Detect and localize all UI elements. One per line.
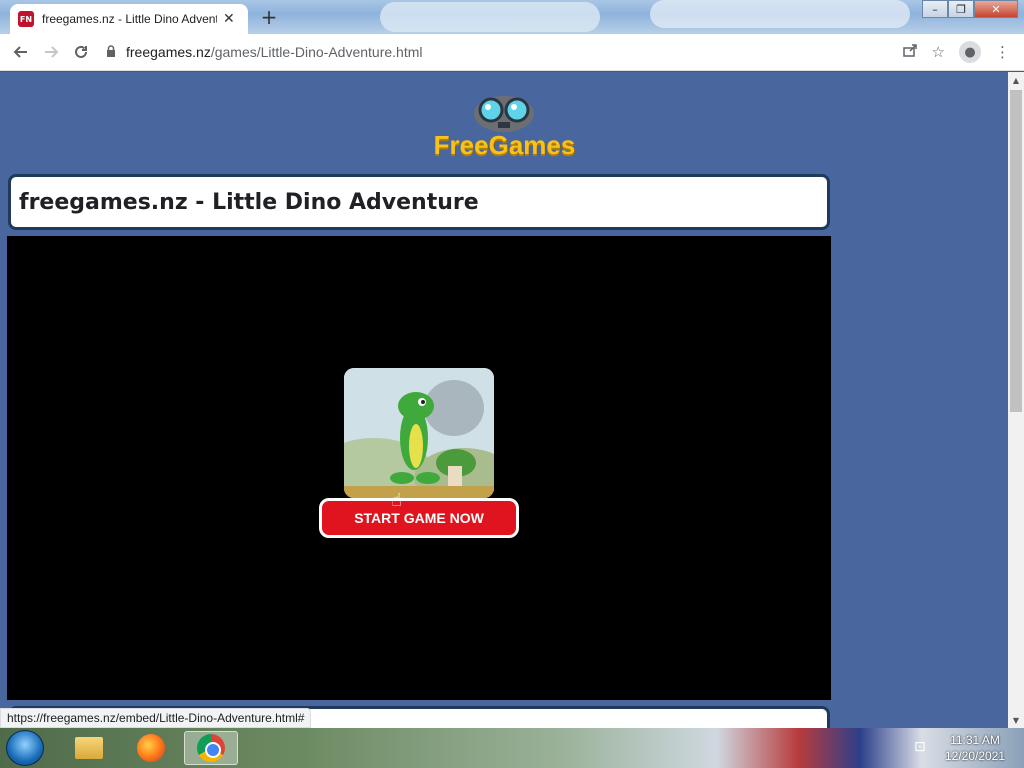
game-iframe[interactable]: START GAME NOW ☝ [7, 236, 831, 700]
close-window-button[interactable]: ✕ [974, 0, 1018, 18]
clock-time: 11:31 AM [950, 733, 1000, 747]
tab-close-icon[interactable]: ✕ [223, 11, 235, 27]
hand-cursor-icon: ☝ [391, 490, 402, 511]
robot-mascot-icon [474, 96, 534, 132]
restore-button[interactable]: ❐ [948, 0, 974, 18]
reload-icon[interactable] [66, 37, 96, 67]
menu-icon[interactable]: ⋮ [995, 43, 1010, 61]
chrome-icon [197, 734, 225, 762]
url-text: freegames.nz/games/Little-Dino-Adventure… [126, 44, 422, 60]
url-domain: freegames.nz [126, 44, 211, 60]
address-bar[interactable]: freegames.nz/games/Little-Dino-Adventure… [106, 38, 856, 66]
scrollbar-thumb[interactable] [1010, 90, 1022, 412]
star-icon[interactable]: ☆ [932, 43, 945, 61]
browser-tab-active[interactable]: FN freegames.nz - Little Dino Adventure … [10, 4, 248, 34]
browser-titlebar: FN freegames.nz - Little Dino Adventure … [0, 0, 1024, 34]
url-path: /games/Little-Dino-Adventure.html [210, 44, 423, 60]
background-cloud [380, 2, 600, 32]
window-controls: – ❐ ✕ [922, 0, 1018, 18]
windows-taskbar: ⊡ 11:31 AM 12/20/2021 [0, 728, 1024, 768]
clock-date: 12/20/2021 [944, 749, 1006, 763]
game-title-box: freegames.nz - Little Dino Adventure [8, 174, 830, 230]
share-icon[interactable] [902, 42, 918, 62]
browser-toolbar: freegames.nz/games/Little-Dino-Adventure… [0, 34, 1024, 71]
scroll-down-icon[interactable]: ▼ [1008, 712, 1024, 728]
freegames-favicon-icon: FN [18, 11, 34, 27]
vertical-scrollbar[interactable]: ▲ ▼ [1008, 72, 1024, 728]
folder-icon [75, 737, 103, 759]
start-button[interactable] [6, 730, 44, 766]
scroll-up-icon[interactable]: ▲ [1008, 72, 1024, 88]
minimize-button[interactable]: – [922, 0, 948, 18]
status-bar-link: https://freegames.nz/embed/Little-Dino-A… [0, 708, 312, 728]
freegames-logo[interactable]: FreeGames [422, 90, 587, 160]
system-clock[interactable]: 11:31 AM 12/20/2021 [940, 732, 1010, 764]
firefox-icon [137, 734, 165, 762]
profile-icon[interactable]: ● [959, 41, 981, 63]
taskbar-chrome[interactable] [184, 731, 238, 765]
taskbar-firefox[interactable] [124, 731, 178, 765]
background-cloud [650, 0, 910, 28]
tab-title: freegames.nz - Little Dino Adventure [42, 12, 217, 26]
page-content: FreeGames freegames.nz - Little Dino Adv… [0, 72, 1008, 728]
back-icon[interactable] [6, 37, 36, 67]
lock-icon[interactable] [106, 44, 116, 60]
new-tab-button[interactable]: + [256, 5, 282, 29]
game-thumbnail[interactable] [344, 368, 494, 498]
taskbar-explorer[interactable] [62, 731, 116, 765]
logo-text: FreeGames [433, 130, 576, 160]
page-title: freegames.nz - Little Dino Adventure [19, 189, 479, 215]
dino-illustration-icon [344, 368, 494, 498]
start-game-button[interactable]: START GAME NOW [319, 498, 519, 538]
forward-icon[interactable] [36, 37, 66, 67]
network-icon[interactable]: ⊡ [914, 739, 926, 755]
